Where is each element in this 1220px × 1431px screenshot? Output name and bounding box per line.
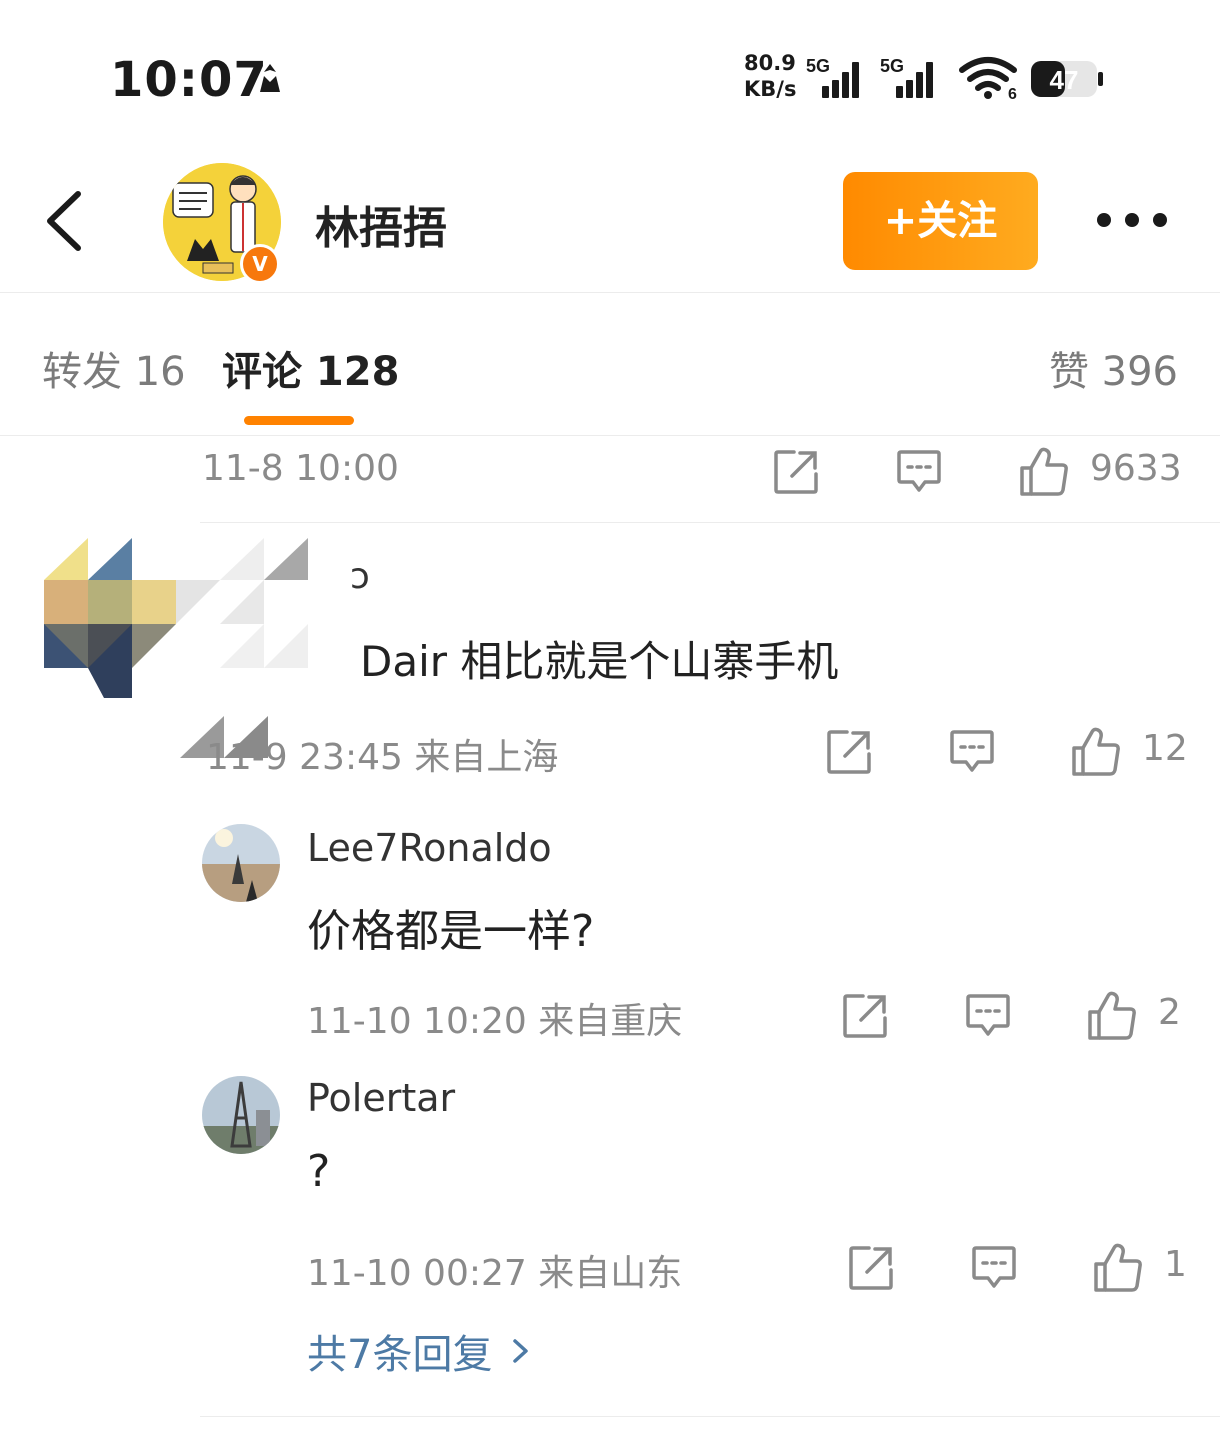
reply-comment-icon[interactable] [964,992,1012,1040]
beach-photo-image [202,824,280,902]
network-speed-value: 80.9 [744,51,796,75]
post-tabs: 转发 16 评论 128 赞 396 [0,294,1220,436]
tab-comment[interactable]: 评论 128 [222,339,399,397]
eiffel-tower-photo-image [202,1076,280,1154]
comment-time: 11-9 23:45 来自上海 [206,737,559,778]
share-icon[interactable] [841,992,889,1040]
tab-like[interactable]: 赞 396 [1049,339,1178,397]
reply-text: ? [307,1146,331,1197]
network-speed: 80.9 KB/s [744,50,796,102]
status-bar: 10:07 80.9 KB/s 5G 5G 6 47 [0,0,1220,150]
comment-divider [200,1416,1220,1417]
reply-meta: 11-10 00:27 来自山东 1 [0,1238,1220,1298]
chevron-right-icon [513,1339,529,1363]
back-arrow-icon[interactable] [40,188,90,254]
reply-comment-icon[interactable] [970,1244,1018,1292]
follow-button[interactable]: +关注 [843,172,1038,270]
reply-time: 11-10 10:20 来自重庆 [307,1001,683,1042]
reply-meta: 11-10 10:20 来自重庆 2 [0,986,1220,1046]
like-count: 12 [1142,728,1188,769]
battery-icon: 47 [1031,61,1103,97]
view-all-replies-link[interactable]: 共7条回复 [307,1322,532,1380]
status-time: 10:07 [110,52,268,108]
view-all-replies-label: 共7条回复 [307,1332,493,1378]
commenter-name[interactable]: ɔ [350,556,370,597]
wifi-label: 6 [1008,86,1017,100]
cell-signal-icon: 5G [806,56,859,98]
share-icon[interactable] [825,728,873,776]
reply-comment-icon[interactable] [948,728,996,776]
comment-meta: 11-9 23:45 来自上海 12 [0,722,1220,782]
reply-username[interactable]: Lee7Ronaldo [307,826,552,870]
comment-time: 11-8 10:00 [202,448,399,489]
battery-level: 47 [1050,65,1079,95]
wifi-icon: 6 [959,57,1017,100]
share-icon[interactable] [772,448,820,496]
more-options-icon[interactable] [1092,200,1172,240]
signal1-label: 5G [806,56,830,76]
cell-signal-2-icon: 5G [880,56,933,98]
reply-avatar[interactable] [202,1076,280,1154]
comment-divider [200,522,1220,523]
previous-comment-meta: 11-8 10:00 9633 [0,442,1220,502]
reply-username[interactable]: Polertar [307,1076,455,1120]
post-header: V 林捂捂 +关注 [0,150,1220,293]
notification-icon [260,64,280,92]
reply-text: 价格都是一样? [307,906,595,957]
reply-avatar[interactable] [202,824,280,902]
tab-repost[interactable]: 转发 16 [42,339,186,397]
network-speed-unit: KB/s [744,77,797,101]
signal2-label: 5G [880,56,904,76]
reply-time: 11-10 00:27 来自山东 [307,1253,683,1294]
author-username[interactable]: 林捂捂 [315,192,447,256]
thumbs-up-icon[interactable] [1018,446,1070,498]
thumbs-up-icon[interactable] [1086,990,1138,1042]
thumbs-up-icon[interactable] [1092,1242,1144,1294]
reply-comment-icon[interactable] [895,448,943,496]
like-count: 2 [1158,992,1181,1033]
like-count: 9633 [1090,448,1182,489]
active-tab-indicator [244,416,354,425]
verified-badge-icon: V [240,244,280,284]
comment-text: Dair 相比就是个山寨手机 [360,637,839,686]
thumbs-up-icon[interactable] [1070,726,1122,778]
share-icon[interactable] [847,1244,895,1292]
like-count: 1 [1164,1244,1187,1285]
